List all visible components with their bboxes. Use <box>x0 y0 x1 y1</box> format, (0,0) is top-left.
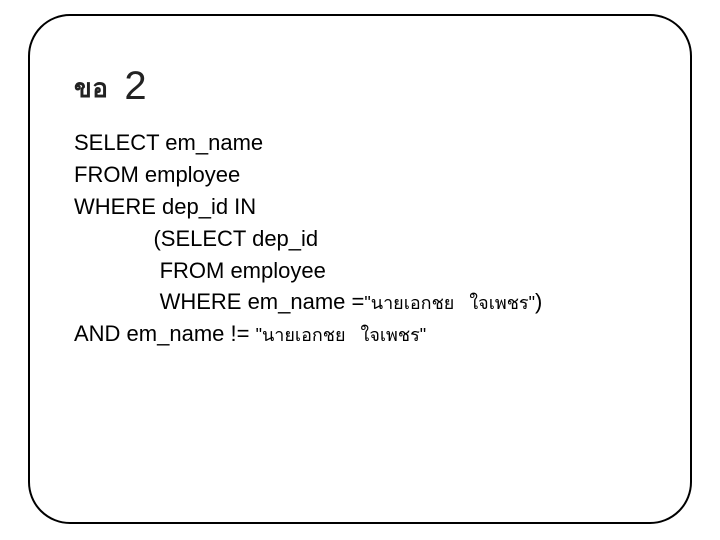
slide-title: ขอ 2 <box>74 62 646 109</box>
sql-line: FROM employee <box>74 162 240 187</box>
sql-line: WHERE em_name = <box>74 289 364 314</box>
slide-frame: ขอ 2 SELECT em_name FROM employee WHERE d… <box>28 14 692 524</box>
sql-line: ) <box>535 289 542 314</box>
slide-content: ขอ 2 SELECT em_name FROM employee WHERE d… <box>30 16 690 350</box>
thai-name: "นายเอกชย ใจเพชร" <box>364 293 535 313</box>
thai-name: "นายเอกชย ใจเพชร" <box>256 325 427 345</box>
sql-line: (SELECT dep_id <box>74 226 318 251</box>
title-number: 2 <box>124 64 146 108</box>
sql-line: FROM employee <box>74 258 326 283</box>
sql-line: SELECT em_name <box>74 130 263 155</box>
title-label: ขอ <box>74 73 108 103</box>
sql-line: WHERE dep_id IN <box>74 194 256 219</box>
sql-block: SELECT em_name FROM employee WHERE dep_i… <box>74 127 646 350</box>
sql-line: AND em_name != <box>74 321 256 346</box>
